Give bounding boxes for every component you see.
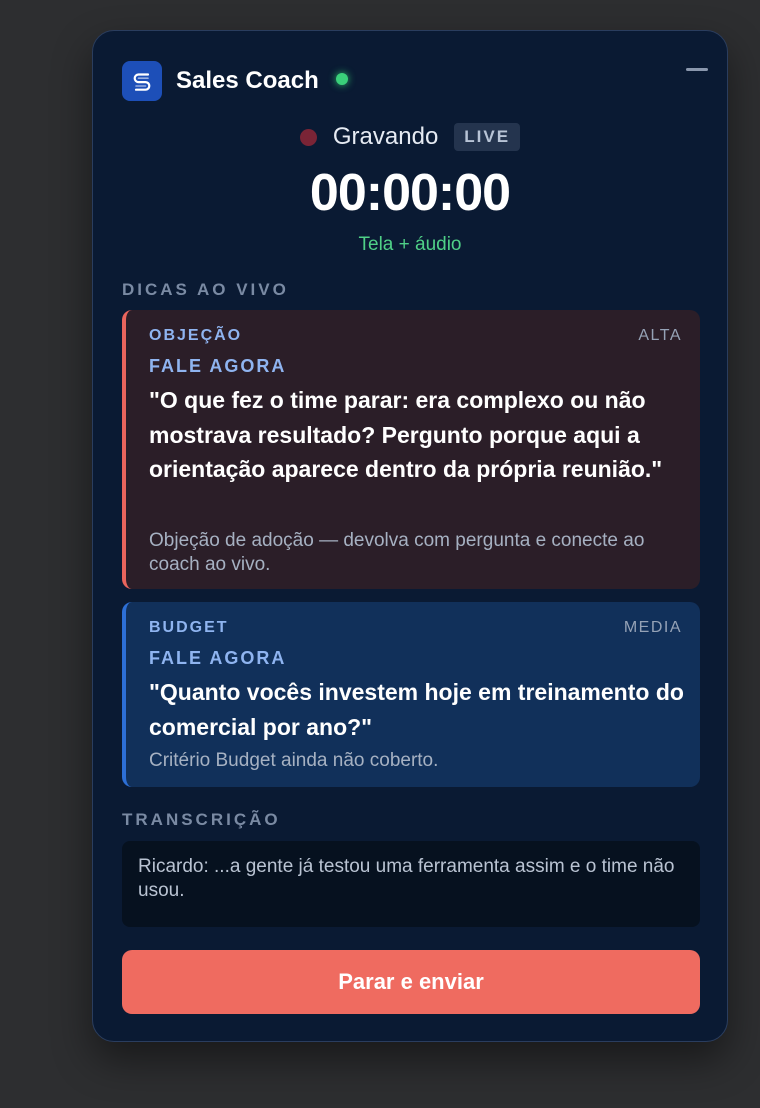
- tip-quote: "Quanto vocês investem hoje em treinamen…: [149, 679, 684, 740]
- online-status-dot: [336, 73, 348, 85]
- tip-priority: ALTA: [638, 327, 682, 344]
- recording-dot-icon: [299, 128, 317, 146]
- s-logo-icon: [122, 61, 162, 101]
- tip-type: BUDGET: [149, 619, 229, 636]
- recording-status: Gravando LIVE: [93, 122, 727, 152]
- minimize-icon: [686, 67, 708, 71]
- tip-note: Objeção de adoção — devolva com pergunta…: [149, 530, 645, 575]
- transcript-box: Ricardo: ...a gente já testou uma ferram…: [122, 841, 700, 927]
- tip-type: OBJEÇÃO: [149, 327, 243, 344]
- recording-label: Gravando: [332, 123, 439, 150]
- s-logo-glyph: [133, 73, 151, 91]
- tip-card-objection: OBJEÇÃO ALTA FALE AGORA "O que fez o tim…: [122, 310, 700, 589]
- tip-quote: "O que fez o time parar: era complexo ou…: [149, 387, 663, 482]
- transcript-section-label: TRANSCRIÇÃO: [122, 810, 281, 829]
- live-badge: LIVE: [454, 123, 521, 151]
- app-title: Sales Coach: [176, 67, 319, 94]
- sales-coach-panel: Sales Coach Gravando LIVE 00:00:00 Tela …: [92, 30, 728, 1042]
- tips-section-label: DICAS AO VIVO: [122, 280, 289, 299]
- recording-timer: 00:00:00: [309, 164, 511, 222]
- tip-card-budget: BUDGET MEDIA FALE AGORA "Quanto vocês in…: [122, 602, 700, 787]
- minimize-button[interactable]: [677, 55, 717, 83]
- stop-and-send-button[interactable]: Parar e enviar: [122, 950, 700, 1014]
- tip-priority: MEDIA: [623, 619, 682, 636]
- tip-action: FALE AGORA: [149, 648, 287, 668]
- recording-source: Tela + áudio: [358, 234, 462, 255]
- tip-action: FALE AGORA: [149, 356, 287, 376]
- tip-note: Critério Budget ainda não coberto.: [149, 750, 439, 771]
